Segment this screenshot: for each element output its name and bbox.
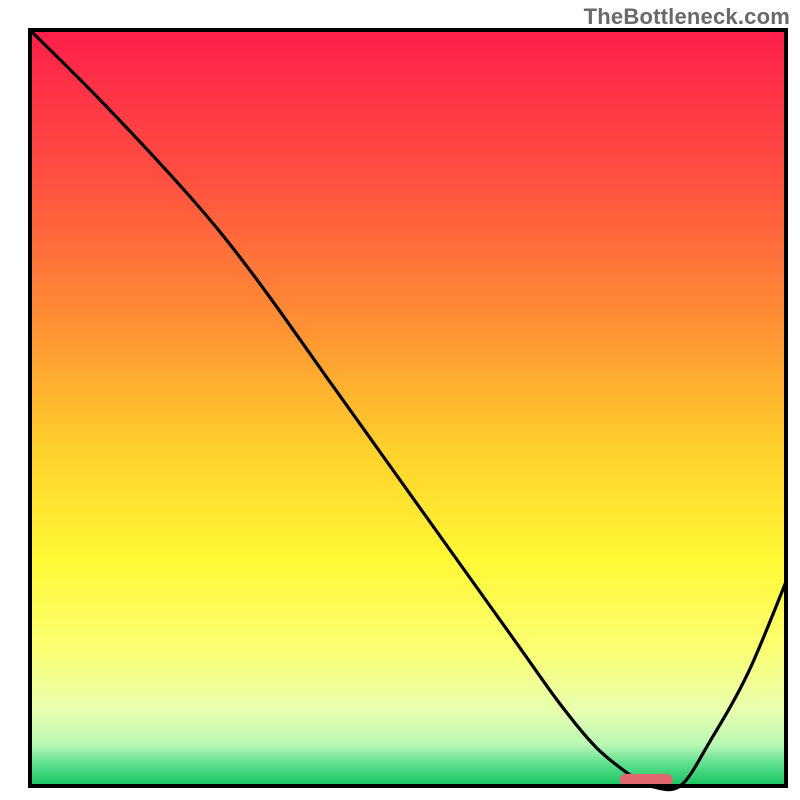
bottleneck-chart <box>0 0 800 800</box>
chart-container: TheBottleneck.com <box>0 0 800 800</box>
